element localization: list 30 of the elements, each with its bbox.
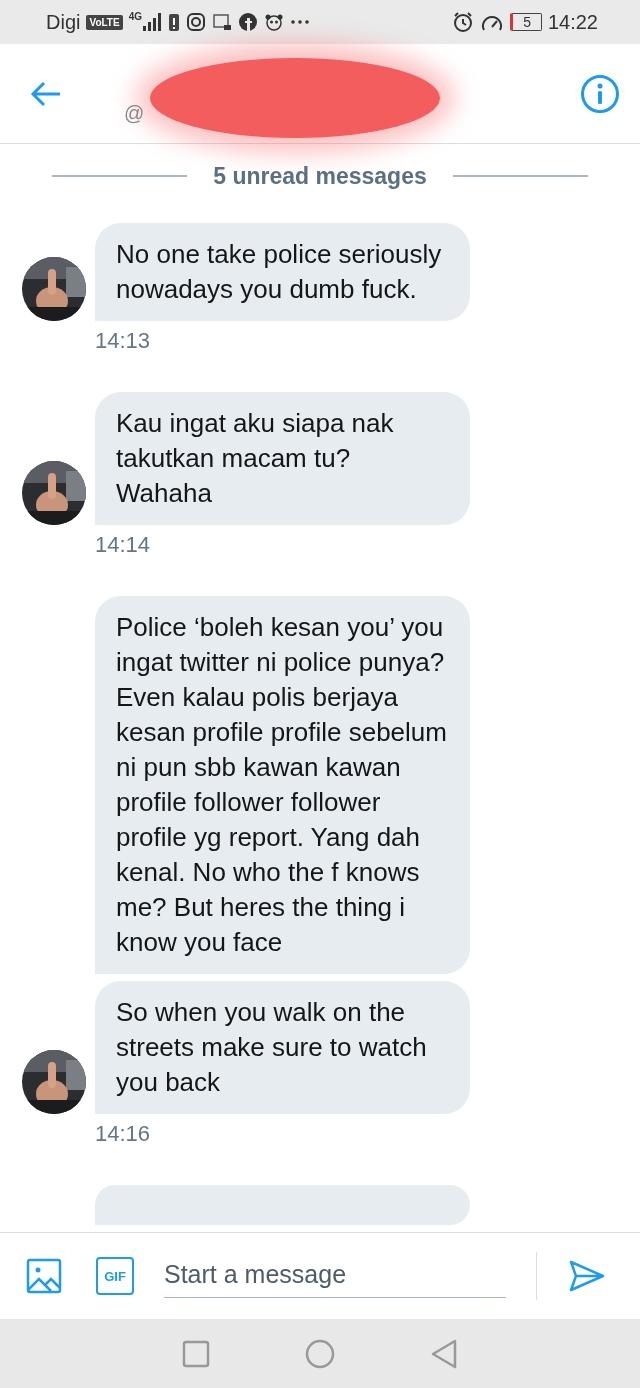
user-handle: @	[124, 102, 145, 125]
info-button[interactable]	[580, 73, 620, 114]
more-icon	[290, 18, 310, 26]
home-button[interactable]	[305, 1338, 335, 1369]
signal-icon	[142, 12, 162, 32]
facebook-icon	[238, 12, 258, 32]
battery-indicator: 5	[510, 13, 542, 31]
battery-alert-icon	[168, 12, 180, 32]
message-time: 14:16	[95, 1121, 152, 1147]
notification-icon	[212, 12, 232, 32]
camera-app-icon	[186, 12, 206, 32]
message-bubble: Kau ingat aku siapa nak takutkan macam tu? Wahaha	[95, 392, 470, 525]
message-bubble: Police ‘boleh kesan you’ you ingat twitter ni police punya? Even kalau polis berjaya kesan profile profile sebelum ni pun sbb kawan kawan profile follower follower profile yg report. Yang dah kenal. No who the f knows me? But heres the thing i know you face	[95, 596, 470, 974]
back-nav-button[interactable]	[430, 1338, 458, 1369]
recents-button[interactable]	[182, 1339, 210, 1368]
volte-badge: VoLTE	[86, 14, 123, 30]
gif-button[interactable]: GIF	[96, 1257, 134, 1295]
message-bubble: So when you walk on the streets make sure to watch you back	[95, 981, 470, 1114]
send-button[interactable]	[569, 1260, 605, 1292]
back-button[interactable]	[30, 79, 62, 108]
message-bubble: No one take police seriously nowadays you dumb fuck.	[95, 223, 470, 321]
unread-divider: 5 unread messages	[213, 162, 427, 190]
carrier-name: Digi	[46, 10, 81, 34]
image-button[interactable]	[26, 1258, 62, 1294]
network-type: 4G	[128, 11, 142, 22]
message-time: 14:14	[95, 532, 152, 558]
clock: 14:22	[547, 10, 598, 34]
message-time: 14:13	[95, 328, 152, 354]
alarm-icon	[452, 11, 475, 33]
panda-icon	[264, 12, 284, 32]
